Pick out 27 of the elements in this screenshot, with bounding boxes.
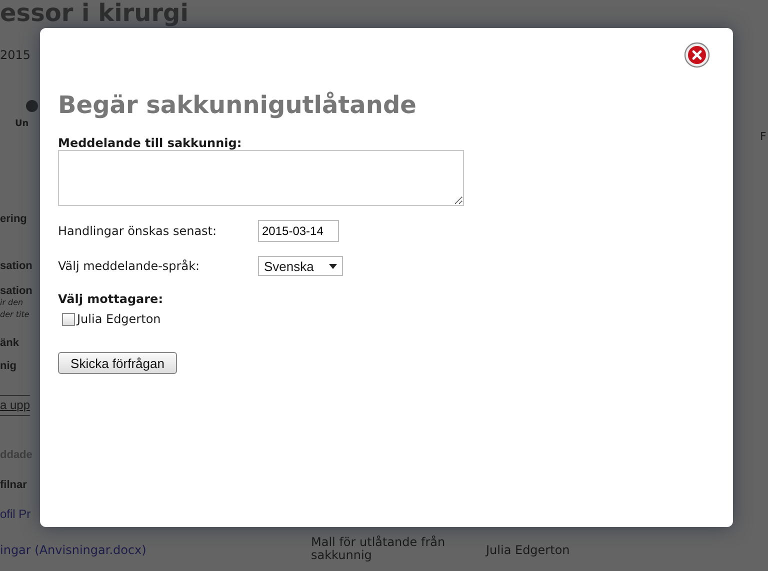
step-circle-icon xyxy=(26,99,38,113)
field-label: Välj meddelande-språk: xyxy=(58,259,201,273)
table-cell-text: Julia Edgerton xyxy=(486,543,570,559)
language-dropdown[interactable]: Svenska xyxy=(258,256,343,276)
close-icon[interactable] xyxy=(684,42,710,68)
section-heading: filnar xyxy=(0,479,27,492)
section-heading: nig xyxy=(0,360,16,373)
caret-icon xyxy=(329,264,337,268)
note-text: der tite xyxy=(0,310,30,320)
section-heading: sation xyxy=(0,285,32,298)
section-heading: änk xyxy=(0,337,19,350)
recipient-checkbox[interactable] xyxy=(62,312,75,326)
recipient-name: Julia Edgerton xyxy=(77,312,161,326)
date-field[interactable]: 2015-03-14 xyxy=(258,220,339,242)
column-text: F xyxy=(760,130,766,143)
table-cell-text: Mall för utlåtande från sakkunnig xyxy=(311,536,446,562)
dialog-title: Begär sakkunnigutlåtande xyxy=(58,90,418,120)
field-label: Handlingar önskas senast: xyxy=(58,224,218,238)
field-label: Välj mottagare: xyxy=(58,292,163,306)
field-label: Meddelande till sakkunnig: xyxy=(58,136,242,150)
note-text: ir den xyxy=(0,298,24,308)
date-text: 2015 xyxy=(0,48,31,62)
section-heading: sation xyxy=(0,260,32,273)
send-request-button[interactable]: Skicka förfrågan xyxy=(58,352,177,374)
section-heading: ering xyxy=(0,213,27,226)
step-label: Un xyxy=(15,119,29,129)
message-field[interactable] xyxy=(58,150,464,206)
